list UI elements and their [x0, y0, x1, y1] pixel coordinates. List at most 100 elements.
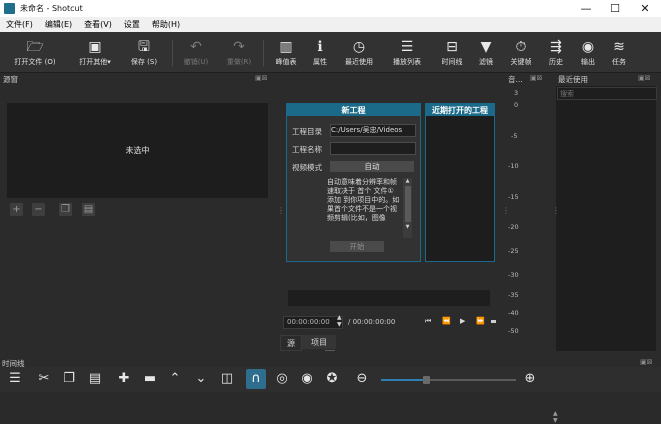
timecode-spin-icon[interactable]: ▲ ▼: [337, 314, 342, 328]
copy-icon[interactable]: ❐: [61, 371, 77, 387]
redo-button[interactable]: ↷ 重做(R): [221, 32, 257, 72]
position-timecode[interactable]: 00:00:00:00: [283, 316, 343, 329]
playlist-button[interactable]: ☰ 播放列表: [386, 32, 428, 72]
recent-list[interactable]: [556, 86, 657, 351]
append-icon[interactable]: ✚: [116, 371, 132, 387]
clock-icon: ◷: [352, 39, 366, 55]
db-tick: -20: [508, 223, 519, 231]
play-icon[interactable]: ▶: [460, 317, 465, 325]
properties-label: 属性: [313, 58, 327, 66]
project-name-field[interactable]: [330, 142, 416, 155]
snap-magnet-icon[interactable]: ∩: [246, 369, 266, 389]
main-toolbar: 🗁 打开文件 (O) ▣ 打开其他▾ 🖫 保存 (S) ↶ 撤销(U) ↷ 重做…: [0, 32, 661, 73]
db-tick: -10: [508, 162, 519, 170]
timeline-header: 时间线 ▣⊠: [0, 357, 661, 368]
splitter-handle-icon[interactable]: [325, 350, 335, 351]
stopwatch-icon: ⏱: [515, 39, 527, 55]
start-button[interactable]: 开始: [330, 241, 384, 252]
overwrite-icon[interactable]: ⌄: [193, 371, 209, 387]
tab-project[interactable]: 项目: [302, 335, 336, 349]
ripple-icon[interactable]: ◉: [299, 371, 315, 387]
copy-icon[interactable]: ❐: [59, 203, 72, 216]
rewind-icon[interactable]: ⏪: [442, 317, 451, 325]
menu-settings[interactable]: 设置: [118, 19, 146, 30]
db-tick: -5: [511, 132, 518, 140]
open-file-label: 打开文件 (O): [14, 58, 56, 66]
menu-view[interactable]: 查看(V): [78, 19, 118, 30]
zoom-slider[interactable]: [381, 376, 516, 384]
folder-icon: 🗁: [26, 39, 44, 55]
history-button[interactable]: ⇶ 历史: [544, 32, 568, 72]
timeline-spin-icon[interactable]: ▲ ▼: [553, 410, 558, 424]
menu-edit[interactable]: 编辑(E): [39, 19, 78, 30]
new-project-panel: 新工程 工程目录 C:/Users/吴忠/Videos 工程名称 视频模式 自动…: [286, 103, 421, 262]
split-icon[interactable]: ◫: [219, 371, 235, 387]
tab-source[interactable]: 源: [280, 335, 302, 351]
player-scrubber[interactable]: [288, 290, 490, 306]
menu-icon[interactable]: ☰: [7, 371, 23, 387]
menu-file[interactable]: 文件(F): [0, 19, 39, 30]
jobs-button[interactable]: ≋ 任务: [607, 32, 631, 72]
project-dir-label: 工程目录: [292, 127, 322, 136]
export-button[interactable]: ◉ 输出: [576, 32, 600, 72]
scissors-icon[interactable]: ✂: [36, 371, 52, 387]
timeline-button[interactable]: ⊟ 时间线: [435, 32, 469, 72]
save-button[interactable]: 🖫 保存 (S): [122, 32, 166, 72]
scrub-eye-icon[interactable]: ◎: [274, 371, 290, 387]
undo-button[interactable]: ↶ 撤销(U): [178, 32, 214, 72]
source-panel-float-close-icon[interactable]: ▣⊠: [255, 74, 267, 82]
paste-icon[interactable]: ▤: [82, 203, 95, 216]
timeline-icon: ⊟: [446, 39, 458, 55]
splitter-handle-icon[interactable]: ⋮: [277, 206, 285, 215]
ripple-all-icon[interactable]: ✪: [324, 371, 340, 387]
disc-icon: ◉: [581, 39, 595, 55]
recent-button[interactable]: ◷ 最近使用: [339, 32, 379, 72]
properties-button[interactable]: ℹ 属性: [308, 32, 332, 72]
toolbar-separator: [172, 40, 173, 66]
db-tick: -40: [508, 309, 519, 317]
add-icon[interactable]: +: [10, 203, 23, 216]
timeline-panel-float-close-icon[interactable]: ▣⊠: [640, 358, 652, 366]
maximize-button[interactable]: ☐: [600, 0, 630, 17]
open-other-button[interactable]: ▣ 打开其他▾: [72, 32, 118, 72]
skip-previous-icon[interactable]: ⏮: [425, 317, 431, 326]
volume-icon[interactable]: [491, 320, 496, 323]
fast-forward-icon[interactable]: ⏩: [476, 317, 485, 325]
remove-icon[interactable]: ▬: [142, 371, 158, 387]
project-dir-field[interactable]: C:/Users/吴忠/Videos: [330, 124, 416, 137]
lift-icon[interactable]: ⌃: [167, 371, 183, 387]
zoom-in-icon[interactable]: ⊕: [522, 371, 538, 387]
timeline-tracks[interactable]: [0, 392, 661, 424]
remove-icon[interactable]: −: [32, 203, 45, 216]
save-icon: 🖫: [138, 39, 150, 55]
close-button[interactable]: ✕: [630, 0, 660, 17]
open-other-icon: ▣: [88, 39, 102, 55]
export-label: 输出: [581, 58, 595, 66]
keyframes-button[interactable]: ⏱ 关键帧: [506, 32, 536, 72]
description-scrollbar[interactable]: ▲ ▼: [403, 178, 412, 238]
peak-meter-button[interactable]: ▥ 峰值表: [271, 32, 301, 72]
history-label: 历史: [549, 58, 563, 66]
recent-panel-title: 最近使用: [558, 75, 588, 84]
menu-help[interactable]: 帮助(H): [146, 19, 186, 30]
filters-button[interactable]: ▼ 滤镜: [474, 32, 498, 72]
paste-icon[interactable]: ▤: [87, 371, 103, 387]
minimize-button[interactable]: —: [571, 0, 601, 17]
video-mode-select[interactable]: 自动: [330, 161, 414, 172]
zoom-slider-handle[interactable]: [423, 376, 430, 384]
splitter-handle-icon[interactable]: ⋮: [502, 206, 510, 215]
keyframes-label: 关键帧: [510, 58, 532, 66]
playlist-label: 播放列表: [393, 58, 421, 66]
recent-search-input[interactable]: [557, 87, 657, 100]
recent-panel-float-close-icon[interactable]: ▣⊠: [638, 74, 650, 82]
splitter-handle-icon[interactable]: ⋮: [552, 206, 560, 215]
open-file-button[interactable]: 🗁 打开文件 (O): [6, 32, 64, 72]
filters-label: 滤镜: [479, 58, 493, 66]
source-panel-title: 源窗: [3, 75, 18, 84]
menu-bar: 文件(F) 编辑(E) 查看(V) 设置 帮助(H): [0, 17, 661, 32]
audio-panel-float-close-icon[interactable]: ▣⊠: [530, 74, 542, 82]
zoom-out-icon[interactable]: ⊖: [354, 371, 370, 387]
db-tick: -15: [508, 193, 519, 201]
source-viewer[interactable]: 未选中: [7, 103, 268, 198]
new-project-header: 新工程: [287, 104, 420, 116]
